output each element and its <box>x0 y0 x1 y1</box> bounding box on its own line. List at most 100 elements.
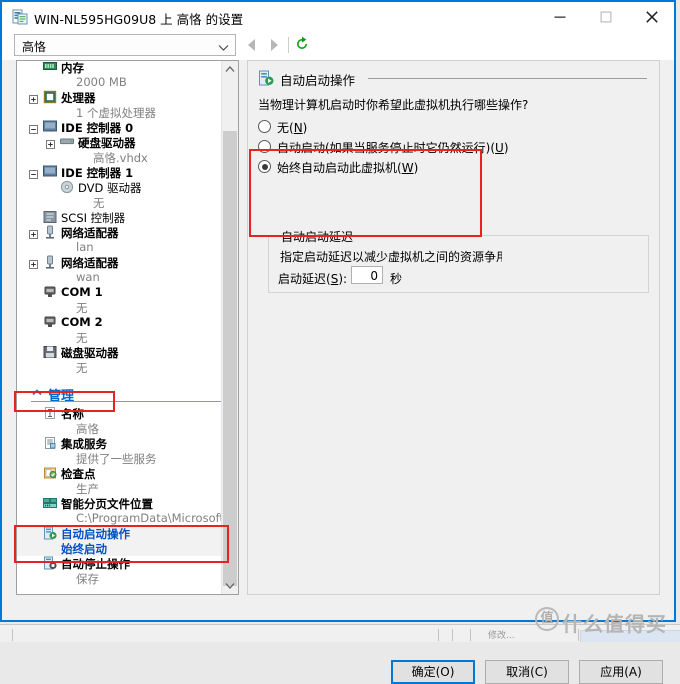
dialog-content: 固件 硬盘驱动器已启动 内 <box>2 60 674 684</box>
automatic-start-icon <box>43 526 57 540</box>
name-icon <box>43 406 57 420</box>
ok-button[interactable]: 确定(O) <box>391 660 475 684</box>
startup-delay-input[interactable]: 0 <box>351 266 383 284</box>
sidebar-item-com1-label: COM 1 <box>61 285 103 299</box>
radio-indicator <box>258 140 271 153</box>
chevron-down-icon <box>218 41 229 55</box>
navigate-back-button[interactable] <box>242 36 262 54</box>
startup-delay-label: 启动延迟(S): <box>278 272 348 286</box>
sidebar-item-network-adapter-wan-sub: wan <box>17 270 221 285</box>
memory-icon <box>43 61 57 74</box>
expander-minus-icon[interactable] <box>29 123 38 134</box>
sidebar-item-hard-drive-label: 硬盘驱动器 <box>78 136 136 150</box>
processor-icon <box>43 90 57 104</box>
automatic-stop-sub-text: 保存 <box>76 572 99 586</box>
sidebar-item-automatic-stop-action-label: 自动停止操作 <box>61 557 130 571</box>
paging-sub-text: C:\ProgramData\Microsoft\Win... <box>76 511 221 525</box>
sidebar-item-automatic-stop-action[interactable]: 自动停止操作 <box>17 556 221 571</box>
vm-selector-combobox[interactable]: 高恪 <box>14 34 236 56</box>
settings-tree[interactable]: 固件 硬盘驱动器已启动 内 <box>16 60 239 595</box>
sidebar-item-name[interactable]: 名称 <box>17 406 221 421</box>
expander-minus-icon[interactable] <box>29 168 38 179</box>
sidebar-item-network-adapter-lan[interactable]: 网络适配器 <box>17 225 221 240</box>
startup-delay-group-title: 自动启动延迟 <box>278 228 357 245</box>
pane-header: 自动启动操作 <box>258 69 647 88</box>
automatic-start-icon <box>258 70 274 86</box>
expander-plus-icon[interactable] <box>46 138 55 149</box>
sidebar-item-automatic-stop-action-sub: 保存 <box>17 571 221 586</box>
sidebar-item-ide-controller-0[interactable]: IDE 控制器 0 <box>17 120 221 135</box>
ide-controller-icon <box>43 120 57 134</box>
minimize-button[interactable] <box>537 2 582 32</box>
cancel-button[interactable]: 取消(C) <box>485 660 569 684</box>
automatic-start-sub-text: 始终启动 <box>61 542 107 556</box>
expander-plus-icon[interactable] <box>29 258 38 269</box>
automatic-stop-icon <box>43 556 57 570</box>
scrollbar-thumb[interactable] <box>223 131 237 586</box>
vm-selector-value: 高恪 <box>22 40 47 54</box>
sidebar-item-memory[interactable]: 内存 <box>17 61 221 75</box>
com1-sub-text: 无 <box>76 301 88 315</box>
chevron-up-icon <box>31 387 43 399</box>
sidebar-item-paging-file-location[interactable]: 智能分页文件位置 <box>17 496 221 511</box>
com-port-icon <box>43 315 57 329</box>
sidebar-item-scsi-controller-label: SCSI 控制器 <box>61 211 126 225</box>
sidebar-item-checkpoint[interactable]: 检查点 <box>17 466 221 481</box>
sidebar-item-paging-file-location-sub: C:\ProgramData\Microsoft\Win... <box>17 511 221 526</box>
close-button[interactable] <box>629 2 674 32</box>
sidebar-item-hard-drive[interactable]: 硬盘驱动器 <box>17 135 221 150</box>
sidebar-item-floppy-drive[interactable]: 磁盘驱动器 <box>17 345 221 360</box>
expander-plus-icon[interactable] <box>29 228 38 239</box>
network-adapter-icon <box>43 255 57 269</box>
com-port-icon <box>43 285 57 299</box>
sidebar-item-ide-controller-1[interactable]: IDE 控制器 1 <box>17 165 221 180</box>
checkpoint-icon <box>43 466 57 480</box>
dvd-drive-icon <box>60 180 74 194</box>
toolbar: 高恪 <box>2 32 674 60</box>
sidebar-item-memory-label: 内存 <box>61 61 84 75</box>
maximize-button[interactable] <box>583 2 628 32</box>
tree-section-header-manage[interactable]: 管理 <box>17 385 221 404</box>
pane-header-title: 自动启动操作 <box>280 73 356 88</box>
sidebar-item-network-adapter-lan-sub: lan <box>17 240 221 255</box>
radio-option-none-label: 无(N) <box>277 121 308 135</box>
integration-services-icon <box>43 436 57 450</box>
hard-drive-icon <box>60 135 74 149</box>
pane-header-rule <box>368 78 647 79</box>
sidebar-item-scsi-controller[interactable]: SCSI 控制器 <box>17 210 221 225</box>
floppy-drive-icon <box>43 345 57 359</box>
tree-scrollbar[interactable] <box>221 61 238 594</box>
expander-plus-icon[interactable] <box>29 93 38 104</box>
window-title: WIN-NL595HG09U8 上 高恪 的设置 <box>34 12 244 27</box>
network-lan-sub-text: lan <box>76 240 94 254</box>
apply-button[interactable]: 应用(A) <box>579 660 663 684</box>
title-bar: WIN-NL595HG09U8 上 高恪 的设置 <box>2 2 674 32</box>
sidebar-item-dvd-drive[interactable]: DVD 驱动器 <box>17 180 221 195</box>
sidebar-item-automatic-start-action[interactable]: 自动启动操作 <box>17 526 221 541</box>
sidebar-item-com2[interactable]: COM 2 <box>17 315 221 330</box>
sidebar-item-processor-sub: 1 个虚拟处理器 <box>17 105 221 120</box>
startup-delay-value: 0 <box>370 269 378 283</box>
sidebar-item-com1-sub: 无 <box>17 300 221 315</box>
sidebar-item-floppy-drive-label: 磁盘驱动器 <box>61 346 119 360</box>
network-adapter-icon <box>43 225 57 239</box>
sidebar-item-network-adapter-wan[interactable]: 网络适配器 <box>17 255 221 270</box>
scsi-controller-icon <box>43 210 57 224</box>
sidebar-item-processor[interactable]: 处理器 <box>17 90 221 105</box>
sidebar-item-processor-label: 处理器 <box>61 91 96 105</box>
refresh-button[interactable] <box>294 36 314 54</box>
processor-sub-text: 1 个虚拟处理器 <box>76 106 156 120</box>
navigate-forward-button[interactable] <box>264 36 284 54</box>
name-sub-text: 高恪 <box>76 422 99 436</box>
sidebar-item-automatic-start-action-label: 自动启动操作 <box>61 527 130 541</box>
sidebar-item-integration-services[interactable]: 集成服务 <box>17 436 221 451</box>
radio-option-auto-if-running-label: 自动启动(如果当服务停止时它仍然运行)(U) <box>277 141 509 155</box>
vm-settings-icon <box>12 9 28 25</box>
sidebar-item-automatic-start-action-sub: 始终启动 <box>17 541 221 556</box>
sidebar-item-com1[interactable]: COM 1 <box>17 285 221 300</box>
sidebar-item-dvd-drive-sub: 无 <box>17 195 221 210</box>
scroll-up-arrow-icon[interactable] <box>222 61 238 78</box>
scroll-down-arrow-icon[interactable] <box>222 577 238 594</box>
sidebar-item-integration-services-sub: 提供了一些服务 <box>17 451 221 466</box>
pane-question: 当物理计算机启动时你希望此虚拟机执行哪些操作? <box>258 98 529 112</box>
